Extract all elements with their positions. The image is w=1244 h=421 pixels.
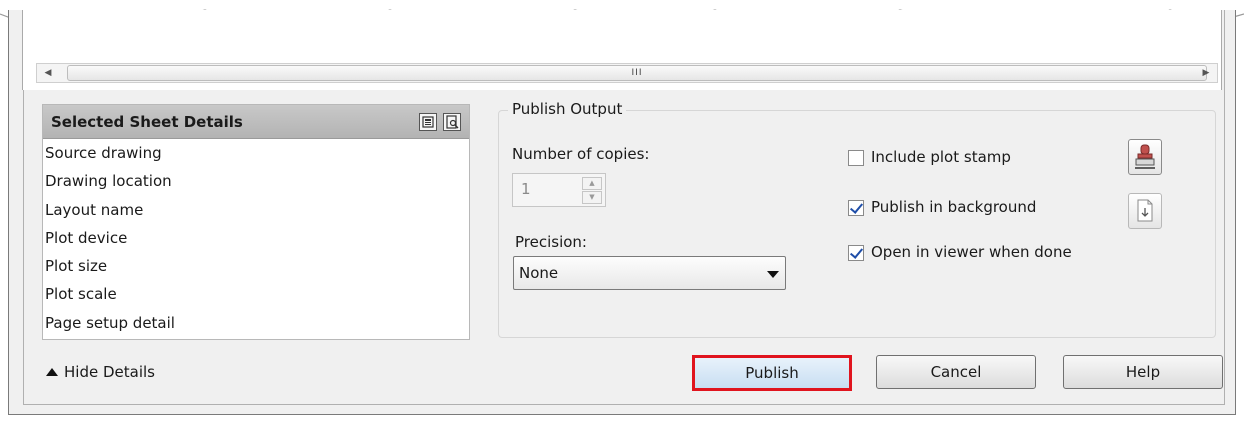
stamp-settings-button[interactable] (1128, 193, 1162, 229)
include-plot-stamp-label[interactable]: Include plot stamp (871, 148, 1011, 166)
hide-details-label[interactable]: Hide Details (64, 363, 155, 381)
publish-button[interactable]: Publish (692, 355, 852, 391)
dropdown-arrow-icon (767, 271, 779, 278)
hide-details-toggle[interactable]: Hide Details (46, 363, 155, 381)
publish-in-background-label[interactable]: Publish in background (871, 198, 1036, 216)
selected-sheet-details-panel: Selected Sheet Details Source drawing Dr… (42, 104, 470, 340)
help-button[interactable]: Help (1063, 355, 1223, 389)
detail-row-plot-scale: Plot scale (45, 285, 117, 304)
detail-row-source-drawing: Source drawing (45, 144, 162, 162)
detail-row-drawing-location: Drawing location (45, 172, 172, 191)
precision-select[interactable]: None (513, 256, 786, 290)
details-title: Selected Sheet Details (51, 113, 243, 131)
copies-label: Number of copies: (512, 145, 650, 163)
open-in-viewer-label[interactable]: Open in viewer when done (871, 243, 1072, 261)
details-header: Selected Sheet Details (43, 105, 469, 139)
cancel-button[interactable]: Cancel (876, 355, 1036, 389)
open-in-viewer-checkbox[interactable] (848, 245, 864, 261)
detail-row-page-setup-detail: Page setup detail (45, 313, 175, 332)
copies-value[interactable]: 1 (521, 180, 531, 198)
scrollbar-thumb[interactable]: III (67, 65, 1207, 81)
plot-stamp-button[interactable] (1128, 139, 1162, 175)
spin-up-arrow-icon[interactable]: ▲ (582, 177, 602, 190)
detail-row-plot-size: Plot size (45, 257, 108, 276)
include-plot-stamp-checkbox[interactable] (848, 150, 864, 166)
stamp-settings-icon (1137, 199, 1153, 222)
horizontal-scrollbar[interactable]: ◀ III ▶ (36, 63, 1218, 83)
publish-in-background-checkbox[interactable] (848, 200, 864, 216)
precision-value: None (519, 264, 559, 282)
copy-details-icon[interactable] (419, 113, 437, 131)
detail-row-layout-name: Layout name (45, 200, 144, 219)
detail-row-plot-device: Plot device (45, 228, 128, 247)
copies-spinner[interactable]: 1 ▲ ▼ (512, 173, 606, 207)
precision-label: Precision: (515, 233, 587, 251)
spin-down-arrow-icon[interactable]: ▼ (582, 191, 602, 204)
publish-output-legend: Publish Output (508, 100, 627, 118)
plot-stamp-icon (1135, 144, 1155, 169)
collapse-arrow-icon (46, 368, 58, 376)
scroll-right-arrow-icon[interactable]: ▶ (1195, 64, 1217, 82)
scroll-left-arrow-icon[interactable]: ◀ (37, 64, 59, 82)
preview-details-icon[interactable] (443, 113, 461, 131)
